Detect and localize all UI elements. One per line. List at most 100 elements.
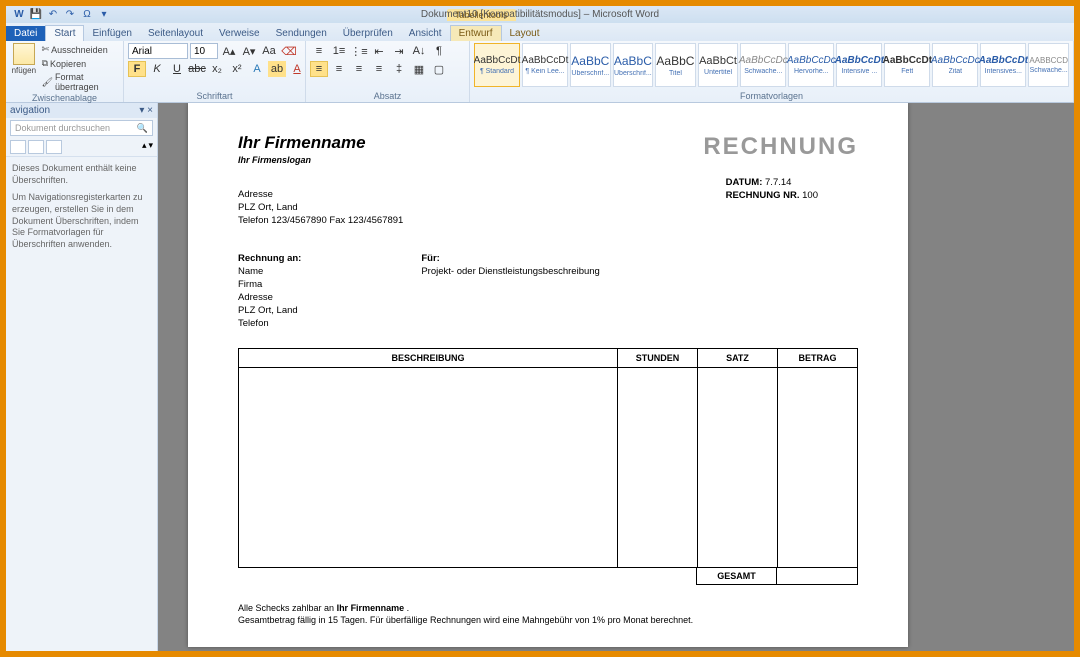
col-rate: SATZ bbox=[698, 349, 778, 368]
tab-references[interactable]: Verweise bbox=[211, 26, 268, 41]
table-cell[interactable] bbox=[239, 368, 618, 568]
multilevel-button[interactable]: ⋮≡ bbox=[350, 43, 368, 59]
underline-button[interactable]: U bbox=[168, 61, 186, 77]
style-item[interactable]: AaBbCÜberschrif... bbox=[613, 43, 654, 87]
font-name-combo[interactable]: Arial bbox=[128, 43, 188, 59]
qat-dropdown-icon[interactable]: ▾ bbox=[97, 8, 111, 22]
word-icon: W bbox=[12, 8, 26, 22]
strike-button[interactable]: abc bbox=[188, 61, 206, 77]
doc-for: Für: Projekt- oder Dienstleistungsbeschr… bbox=[421, 253, 600, 330]
text-effects-button[interactable]: A bbox=[248, 61, 266, 77]
undo-icon[interactable]: ↶ bbox=[46, 8, 60, 22]
search-icon: 🔍 bbox=[137, 123, 148, 134]
tab-design[interactable]: Entwurf bbox=[450, 25, 502, 41]
align-right-button[interactable]: ≡ bbox=[350, 61, 368, 77]
nav-tab-pages[interactable] bbox=[28, 140, 44, 154]
format-painter-button[interactable]: 🖌Format übertragen bbox=[40, 71, 119, 93]
cut-button[interactable]: ✄Ausschneiden bbox=[40, 43, 119, 56]
contextual-tab-label: Tabellentools bbox=[447, 9, 516, 21]
style-item[interactable]: AaBbCcDtIntensives... bbox=[980, 43, 1026, 87]
nav-empty-message: Dieses Dokument enthält keine Überschrif… bbox=[6, 157, 157, 263]
justify-button[interactable]: ≡ bbox=[370, 61, 388, 77]
superscript-button[interactable]: x² bbox=[228, 61, 246, 77]
navigation-pane: avigation ▾ × Dokument durchsuchen 🔍 ▴ ▾… bbox=[6, 103, 158, 651]
decrease-indent-button[interactable]: ⇤ bbox=[370, 43, 388, 59]
font-color-button[interactable]: A bbox=[288, 61, 306, 77]
shrink-font-button[interactable]: A▾ bbox=[240, 43, 258, 59]
align-left-button[interactable]: ≡ bbox=[310, 61, 328, 77]
style-item[interactable]: AaBbCcDcHervorhe... bbox=[788, 43, 834, 87]
app-window: W 💾 ↶ ↷ Ω ▾ Dokument10 [Kompatibilitätsm… bbox=[6, 6, 1074, 651]
doc-title: RECHNUNG bbox=[703, 133, 858, 165]
style-item[interactable]: AaBbCcDcZitat bbox=[932, 43, 978, 87]
tab-mailings[interactable]: Sendungen bbox=[268, 26, 335, 41]
tab-insert[interactable]: Einfügen bbox=[84, 26, 139, 41]
redo-icon[interactable]: ↷ bbox=[63, 8, 77, 22]
style-item[interactable]: AaBbCcDcSchwache... bbox=[740, 43, 786, 87]
style-gallery[interactable]: AaBbCcDt¶ Standard AaBbCcDt¶ Kein Lee...… bbox=[474, 43, 1069, 91]
style-standard[interactable]: AaBbCcDt¶ Standard bbox=[474, 43, 520, 87]
shading-button[interactable]: ▦ bbox=[410, 61, 428, 77]
show-marks-button[interactable]: ¶ bbox=[430, 43, 448, 59]
subscript-button[interactable]: x₂ bbox=[208, 61, 226, 77]
change-case-button[interactable]: Aa bbox=[260, 43, 278, 59]
nav-prev-icon[interactable]: ▴ bbox=[142, 140, 147, 154]
paste-button[interactable]: nfügen bbox=[10, 43, 38, 75]
brush-icon: 🖌 bbox=[42, 77, 53, 88]
document-page[interactable]: Ihr Firmenname Ihr Firmenslogan RECHNUNG… bbox=[188, 103, 908, 647]
copy-button[interactable]: ⧉Kopieren bbox=[40, 57, 119, 70]
grow-font-button[interactable]: A▴ bbox=[220, 43, 238, 59]
nav-search-input[interactable]: Dokument durchsuchen 🔍 bbox=[10, 120, 153, 136]
sort-button[interactable]: A↓ bbox=[410, 43, 428, 59]
style-item[interactable]: AaBbCcDtIntensive ... bbox=[836, 43, 882, 87]
refresh-icon[interactable]: Ω bbox=[80, 8, 94, 22]
doc-billto: Rechnung an: Name Firma Adresse PLZ Ort,… bbox=[238, 253, 301, 330]
style-item[interactable]: AaBbCÜberschrif... bbox=[570, 43, 611, 87]
style-item[interactable]: AaBbCtUntertitel bbox=[698, 43, 739, 87]
col-amount: BETRAG bbox=[778, 349, 858, 368]
quick-access-toolbar: W 💾 ↶ ↷ Ω ▾ bbox=[6, 8, 117, 22]
font-size-combo[interactable]: 10 bbox=[190, 43, 218, 59]
italic-button[interactable]: K bbox=[148, 61, 166, 77]
clear-formatting-button[interactable]: ⌫ bbox=[280, 43, 298, 59]
tab-view[interactable]: Ansicht bbox=[401, 26, 450, 41]
chevron-down-icon[interactable]: ▾ × bbox=[139, 105, 153, 116]
style-item[interactable]: AaBbCTitel bbox=[655, 43, 696, 87]
doc-address: Adresse PLZ Ort, Land Telefon 123/456789… bbox=[238, 189, 403, 227]
tab-file[interactable]: Datei bbox=[6, 26, 45, 41]
col-hours: STUNDEN bbox=[618, 349, 698, 368]
tab-pagelayout[interactable]: Seitenlayout bbox=[140, 26, 211, 41]
document-area[interactable]: Ihr Firmenname Ihr Firmenslogan RECHNUNG… bbox=[158, 103, 1074, 651]
ribbon: nfügen ✄Ausschneiden ⧉Kopieren 🖌Format ü… bbox=[6, 41, 1074, 103]
scissors-icon: ✄ bbox=[42, 44, 50, 55]
highlight-button[interactable]: ab bbox=[268, 61, 286, 77]
doc-table[interactable]: BESCHREIBUNG STUNDEN SATZ BETRAG bbox=[238, 348, 858, 568]
tab-start[interactable]: Start bbox=[45, 25, 84, 41]
doc-total-row: GESAMT bbox=[696, 568, 858, 585]
style-item[interactable]: AABBCCDSchwache... bbox=[1028, 43, 1069, 87]
table-cell[interactable] bbox=[618, 368, 698, 568]
nav-tab-headings[interactable] bbox=[10, 140, 26, 154]
table-cell[interactable] bbox=[698, 368, 778, 568]
tab-review[interactable]: Überprüfen bbox=[335, 26, 401, 41]
line-spacing-button[interactable]: ‡ bbox=[390, 61, 408, 77]
nav-next-icon[interactable]: ▾ bbox=[148, 140, 153, 154]
group-label: Formatvorlagen bbox=[474, 91, 1069, 102]
align-center-button[interactable]: ≡ bbox=[330, 61, 348, 77]
increase-indent-button[interactable]: ⇥ bbox=[390, 43, 408, 59]
doc-meta: DATUM: 7.7.14 RECHNUNG NR. 100 bbox=[726, 177, 818, 227]
numbering-button[interactable]: 1≡ bbox=[330, 43, 348, 59]
bullets-button[interactable]: ≡ bbox=[310, 43, 328, 59]
body-area: avigation ▾ × Dokument durchsuchen 🔍 ▴ ▾… bbox=[6, 103, 1074, 651]
style-item[interactable]: AaBbCcDt¶ Kein Lee... bbox=[522, 43, 568, 87]
style-item[interactable]: AaBbCcDtFett bbox=[884, 43, 930, 87]
tab-layout[interactable]: Layout bbox=[502, 26, 548, 41]
table-cell[interactable] bbox=[778, 368, 858, 568]
nav-title: avigation bbox=[10, 105, 50, 116]
nav-tab-results[interactable] bbox=[46, 140, 62, 154]
doc-total-value[interactable] bbox=[777, 568, 857, 584]
ribbon-tabs: Datei Start Einfügen Seitenlayout Verwei… bbox=[6, 23, 1074, 41]
save-icon[interactable]: 💾 bbox=[29, 8, 43, 22]
borders-button[interactable]: ▢ bbox=[430, 61, 448, 77]
bold-button[interactable]: F bbox=[128, 61, 146, 77]
